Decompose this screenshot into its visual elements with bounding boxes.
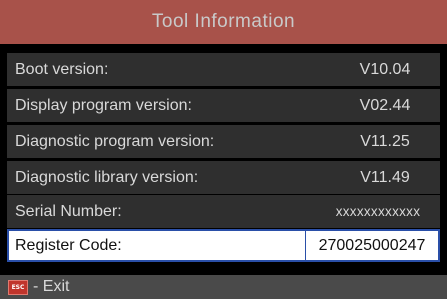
- info-row-boot-version: Boot version: V10.04: [7, 53, 440, 86]
- tool-information-screen: Tool Information Boot version: V10.04 Di…: [0, 0, 447, 299]
- diagnostic-library-version-label: Diagnostic library version:: [15, 169, 199, 186]
- register-code-value[interactable]: 270025000247: [305, 231, 438, 260]
- serial-number-value: xxxxxxxxxxxx: [335, 204, 421, 219]
- serial-number-label: Serial Number:: [15, 203, 122, 220]
- title-bar: Tool Information: [0, 0, 447, 44]
- diagnostic-library-version-value: V11.49: [360, 169, 410, 186]
- diagnostic-program-version-label: Diagnostic program version:: [15, 133, 215, 150]
- info-row-diagnostic-program-version: Diagnostic program version: V11.25: [7, 125, 440, 158]
- info-row-register-code[interactable]: Register Code: 270025000247: [7, 229, 440, 262]
- info-row-display-program-version: Display program version: V02.44: [7, 89, 440, 122]
- register-code-label: Register Code:: [15, 237, 122, 254]
- diagnostic-program-version-value: V11.25: [360, 133, 410, 150]
- esc-key-icon[interactable]: ESC: [8, 279, 28, 295]
- exit-label[interactable]: - Exit: [33, 275, 69, 299]
- display-program-version-value: V02.44: [359, 97, 411, 114]
- boot-version-label: Boot version:: [15, 61, 109, 78]
- display-program-version-label: Display program version:: [15, 97, 192, 114]
- info-row-serial-number: Serial Number: xxxxxxxxxxxx: [7, 195, 440, 228]
- info-row-diagnostic-library-version: Diagnostic library version: V11.49: [7, 161, 440, 194]
- page-title: Tool Information: [151, 11, 296, 32]
- boot-version-value: V10.04: [359, 61, 411, 78]
- footer-bar: ESC - Exit: [0, 275, 447, 299]
